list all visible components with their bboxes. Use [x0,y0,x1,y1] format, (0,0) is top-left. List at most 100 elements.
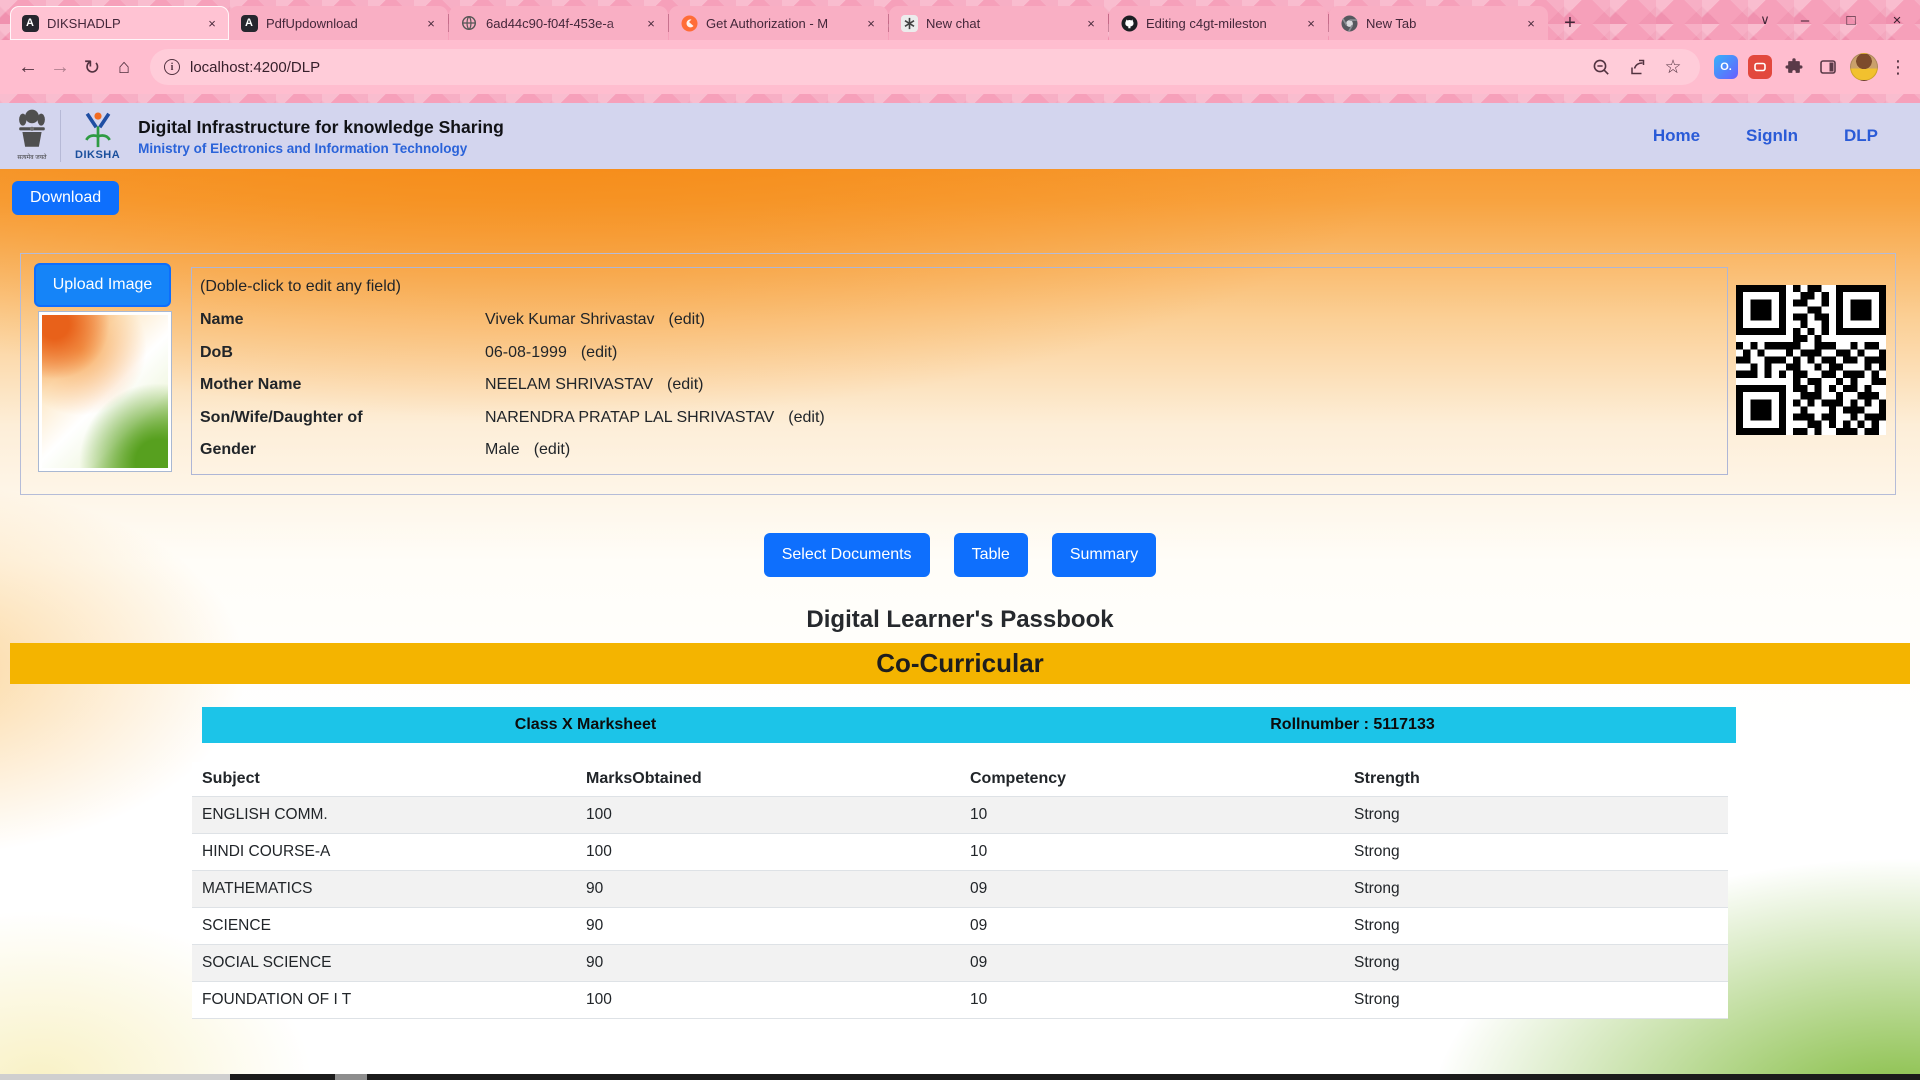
profile-fields: (Doble-click to edit any field) Name Viv… [191,267,1728,475]
browser-window: A DIKSHADLP × A PdfUpdownload × 6ad44c90… [0,0,1920,1080]
zoom-out-icon[interactable] [1588,54,1614,80]
horizontal-scrollbar[interactable] [0,1074,1920,1080]
marksheet-header-bar: Class X Marksheet Rollnumber : 5117133 [202,707,1736,743]
download-button[interactable]: Download [12,181,119,215]
extensions-cluster: O. ⋮ [1714,53,1908,81]
cell-competency: 10 [960,834,1344,871]
reload-icon[interactable]: ↻ [76,51,108,83]
edit-link[interactable]: (edit) [669,311,705,329]
india-emblem-logo: सत्यमेव जयते [16,106,48,167]
new-tab-button[interactable]: + [1556,9,1584,37]
minimize-button[interactable]: – [1782,0,1828,40]
tab-title: New Tab [1366,16,1514,31]
cell-subject: FOUNDATION OF I T [192,982,576,1019]
maximize-button[interactable]: □ [1828,0,1874,40]
cell-competency: 10 [960,982,1344,1019]
cell-marks: 100 [576,797,960,834]
nav-signin-link[interactable]: SignIn [1746,126,1798,146]
back-icon[interactable]: ← [12,51,44,83]
nav-home-link[interactable]: Home [1653,126,1700,146]
home-icon[interactable]: ⌂ [108,51,140,83]
close-button[interactable]: × [1874,0,1920,40]
field-row-name: Name Vivek Kumar Shrivastav (edit) [200,304,1717,337]
tab-close-icon[interactable]: × [1302,14,1320,32]
tab-title: New chat [926,16,1074,31]
tab-close-icon[interactable]: × [1082,14,1100,32]
site-info-icon[interactable]: i [164,59,180,75]
address-bar[interactable]: i localhost:4200/DLP ☆ [150,49,1700,85]
table-row: SOCIAL SCIENCE 90 09 Strong [192,945,1728,982]
tab-uuid-page[interactable]: 6ad44c90-f04f-453e-a × [449,6,668,40]
field-label: Son/Wife/Daughter of [200,409,485,427]
tab-title: PdfUpdownload [266,16,414,31]
profile-photo[interactable] [38,311,172,472]
chrome-icon [1340,14,1358,32]
tab-search-chevron-icon[interactable]: ∨ [1748,12,1782,28]
svg-text:सत्यमेव जयते: सत्यमेव जयते [17,152,47,160]
upload-image-button[interactable]: Upload Image [34,263,171,307]
share-icon[interactable] [1624,54,1650,80]
url-text[interactable]: localhost:4200/DLP [190,59,1578,76]
table-row: FOUNDATION OF I T 100 10 Strong [192,982,1728,1019]
edit-link[interactable]: (edit) [667,376,703,394]
col-marks: MarksObtained [576,762,960,797]
scrollbar-track [230,1074,1920,1080]
nav-dlp-link[interactable]: DLP [1844,126,1878,146]
profile-card: Upload Image (Doble-click to edit any fi… [20,253,1896,495]
angular-icon: A [240,14,258,32]
tab-dikshadlp[interactable]: A DIKSHADLP × [10,6,229,40]
page-content: सत्यमेव जयते DIKSHA Digital Infrastructu… [0,103,1920,1080]
summary-button[interactable]: Summary [1052,533,1156,577]
tab-editing-c4gt[interactable]: Editing c4gt-mileston × [1109,6,1328,40]
forward-icon[interactable]: → [44,51,76,83]
angular-icon: A [21,14,39,32]
field-row-gender: Gender Male (edit) [200,434,1717,467]
extension-video-icon[interactable] [1748,55,1772,79]
theme-strip [0,94,1920,103]
rollnumber-label: Rollnumber : 5117133 [969,707,1736,743]
field-value[interactable]: Vivek Kumar Shrivastav [485,311,655,329]
side-panel-icon[interactable] [1816,55,1840,79]
section-banner: Co-Curricular [10,643,1910,684]
action-button-row: Select Documents Table Summary [0,533,1920,577]
tab-close-icon[interactable]: × [642,14,660,32]
marksheet-title: Class X Marksheet [202,707,969,743]
scrollbar-thumb[interactable] [335,1074,367,1080]
table-button[interactable]: Table [954,533,1028,577]
tab-new-tab[interactable]: New Tab × [1329,6,1548,40]
tab-pdfupdownload[interactable]: A PdfUpdownload × [229,6,448,40]
tricolor-photo-placeholder [42,315,168,468]
header-titles: Digital Infrastructure for knowledge Sha… [138,117,504,156]
header-divider [60,110,61,162]
col-competency: Competency [960,762,1344,797]
field-value[interactable]: 06-08-1999 [485,344,567,362]
edit-hint: (Doble-click to edit any field) [200,278,1717,296]
tab-close-icon[interactable]: × [1522,14,1540,32]
field-value[interactable]: NEELAM SHRIVASTAV [485,376,653,394]
tab-close-icon[interactable]: × [422,14,440,32]
field-label: Gender [200,441,485,459]
extensions-puzzle-icon[interactable] [1782,55,1806,79]
edit-link[interactable]: (edit) [581,344,617,362]
tab-new-chat[interactable]: New chat × [889,6,1108,40]
app-title: Digital Infrastructure for knowledge Sha… [138,117,504,138]
select-documents-button[interactable]: Select Documents [764,533,930,577]
field-value[interactable]: Male [485,441,520,459]
browser-menu-icon[interactable]: ⋮ [1888,57,1908,78]
tab-get-authorization[interactable]: Get Authorization - M × [669,6,888,40]
bookmark-star-icon[interactable]: ☆ [1660,54,1686,80]
diksha-label: DIKSHA [75,149,120,161]
app-header: सत्यमेव जयते DIKSHA Digital Infrastructu… [0,103,1920,169]
profile-avatar[interactable] [1850,53,1878,81]
table-row: SCIENCE 90 09 Strong [192,908,1728,945]
tab-close-icon[interactable]: × [203,14,221,32]
cell-subject: ENGLISH COMM. [192,797,576,834]
field-value[interactable]: NARENDRA PRATAP LAL SHRIVASTAV [485,409,774,427]
edit-link[interactable]: (edit) [534,441,570,459]
tab-title: 6ad44c90-f04f-453e-a [486,16,634,31]
cell-competency: 09 [960,945,1344,982]
tab-close-icon[interactable]: × [862,14,880,32]
edit-link[interactable]: (edit) [788,409,824,427]
extension-monica-icon[interactable]: O. [1714,55,1738,79]
globe-icon [460,14,478,32]
